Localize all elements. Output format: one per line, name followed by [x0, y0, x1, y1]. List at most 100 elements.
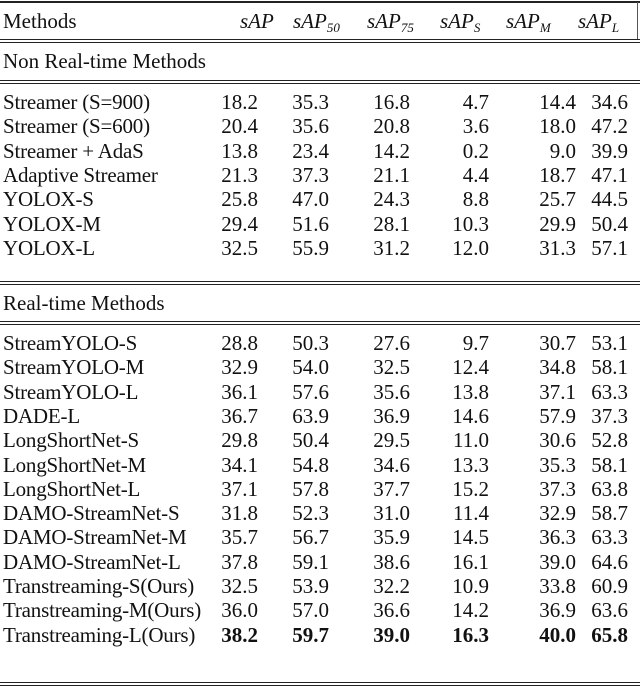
metric-cell: 34.6 — [373, 452, 410, 477]
method-name: StreamYOLO-M — [3, 355, 145, 380]
table-row: Streamer (S=900) 18.2 35.3 16.8 4.7 14.4 34.6 — [0, 90, 640, 114]
header-sap50: sAP50 — [293, 9, 340, 35]
metric-cell: 34.8 — [539, 355, 576, 380]
table-row: StreamYOLO-L 36.1 57.6 35.6 13.8 37.1 63.3 — [0, 380, 640, 404]
metric-cell: 37.3 — [539, 476, 576, 501]
header-sapm: sAPM — [506, 9, 551, 35]
table-header: Methods sAP sAP50 sAP75 sAPS sAPM sAPL — [0, 6, 640, 36]
method-name: StreamYOLO-L — [3, 379, 139, 404]
metric-cell: 60.9 — [591, 574, 628, 598]
method-name: YOLOX-S — [3, 187, 94, 212]
metric-cell: 36.6 — [373, 598, 410, 623]
metric-cell: 11.0 — [453, 428, 489, 453]
table-row: Streamer (S=600) 20.4 35.6 20.8 3.6 18.0 47.2 — [0, 114, 640, 138]
metric-cell: 50.3 — [292, 331, 329, 355]
method-name: Transtreaming-S(Ours) — [3, 574, 195, 598]
header-methods: Methods — [3, 9, 77, 33]
table-row: Adaptive Streamer 21.3 37.3 21.1 4.4 18.7 47.1 — [0, 163, 640, 187]
metric-cell: 58.1 — [591, 355, 628, 380]
bottom-rule — [0, 682, 640, 686]
metric-cell: 35.6 — [292, 114, 329, 139]
method-name: Transtreaming-M(Ours) — [3, 598, 201, 623]
metric-cell: 13.8 — [452, 379, 489, 404]
metric-cell: 63.3 — [591, 525, 628, 550]
metric-cell: 54.0 — [292, 355, 329, 380]
metric-cell: 29.4 — [221, 211, 258, 236]
metric-cell: 52.3 — [292, 501, 329, 526]
metric-cell: 15.2 — [452, 476, 489, 501]
section-rule-1 — [0, 80, 640, 84]
metric-cell: 36.7 — [221, 403, 258, 428]
metric-cell: 57.9 — [539, 403, 576, 428]
metric-cell: 25.7 — [539, 187, 576, 212]
table-row: Transtreaming-M(Ours) 36.0 57.0 36.6 14.2 36.… — [0, 598, 640, 622]
metric-cell: 57.1 — [591, 235, 628, 260]
method-name: DAMO-StreamNet-M — [3, 525, 187, 550]
metric-cell: 4.4 — [462, 162, 489, 187]
metric-cell: 25.8 — [221, 187, 258, 212]
metric-cell: 14.6 — [452, 403, 489, 428]
method-name: Streamer + AdaS — [3, 138, 144, 163]
metric-cell: 9.7 — [462, 331, 489, 355]
metric-cell: 36.0 — [221, 598, 258, 623]
table-row: LongShortNet-M 34.1 54.8 34.6 13.3 35.3 58.1 — [0, 453, 640, 477]
metric-cell: 58.7 — [591, 501, 628, 526]
metric-cell: 35.3 — [539, 452, 576, 477]
header-sapl: sAPL — [578, 9, 620, 35]
metric-cell: 34.1 — [221, 452, 258, 477]
metric-cell: 37.7 — [373, 476, 410, 501]
metric-cell: 12.4 — [452, 355, 489, 380]
metric-cell: 35.7 — [221, 525, 258, 550]
metric-cell: 52.8 — [591, 428, 628, 453]
table-row: LongShortNet-S 29.8 50.4 29.5 11.0 30.6 52.8 — [0, 428, 640, 452]
metric-cell: 35.6 — [373, 379, 410, 404]
table-row: StreamYOLO-S 28.8 50.3 27.6 9.7 30.7 53.1 — [0, 331, 640, 355]
metric-cell: 36.1 — [221, 379, 258, 404]
metric-cell: 18.2 — [221, 90, 258, 114]
metric-cell: 27.6 — [373, 331, 410, 355]
metric-cell: 12.0 — [452, 235, 489, 260]
metric-cell: 10.9 — [452, 574, 489, 598]
metric-cell: 63.3 — [591, 379, 628, 404]
metric-cell: 21.3 — [221, 162, 258, 187]
table-row: StreamYOLO-M 32.9 54.0 32.5 12.4 34.8 58.1 — [0, 355, 640, 379]
metric-cell: 39.9 — [591, 138, 628, 163]
metric-cell: 37.8 — [221, 549, 258, 574]
metric-cell: 44.5 — [591, 187, 628, 212]
metric-cell: 16.3 — [452, 622, 489, 647]
metric-cell: 35.3 — [292, 90, 329, 114]
metric-cell: 38.2 — [221, 622, 258, 647]
metric-cell: 31.0 — [373, 501, 410, 526]
metric-cell: 32.9 — [221, 355, 258, 380]
metric-cell: 21.1 — [373, 162, 410, 187]
table-row: DAMO-StreamNet-L 37.8 59.1 38.6 16.1 39.0 64.6 — [0, 550, 640, 574]
metric-cell: 63.6 — [591, 598, 628, 623]
metric-cell: 31.3 — [539, 235, 576, 260]
section-title-real-time: Real-time Methods — [3, 291, 165, 315]
method-name: LongShortNet-L — [3, 476, 141, 501]
metric-cell: 32.5 — [373, 355, 410, 380]
metric-cell: 32.5 — [221, 574, 258, 598]
metric-cell: 31.2 — [373, 235, 410, 260]
method-name: YOLOX-L — [3, 235, 95, 260]
metric-cell: 65.8 — [591, 622, 628, 647]
metric-cell: 39.0 — [539, 549, 576, 574]
header-saps: sAPS — [440, 9, 481, 35]
top-rule — [0, 1, 640, 3]
metric-cell: 10.3 — [452, 211, 489, 236]
table-row: LongShortNet-L 37.1 57.8 37.7 15.2 37.3 63.8 — [0, 477, 640, 501]
table-row: YOLOX-L 32.5 55.9 31.2 12.0 31.3 57.1 — [0, 236, 640, 260]
metric-cell: 32.5 — [221, 235, 258, 260]
method-name: LongShortNet-M — [3, 452, 147, 477]
method-name: Adaptive Streamer — [3, 162, 158, 187]
metric-cell: 50.4 — [591, 211, 628, 236]
metric-cell: 37.3 — [292, 162, 329, 187]
metric-cell: 32.9 — [539, 501, 576, 526]
metric-cell: 36.9 — [373, 403, 410, 428]
metric-cell: 55.9 — [292, 235, 329, 260]
metric-cell: 53.1 — [591, 331, 628, 355]
metric-cell: 37.1 — [221, 476, 258, 501]
table-row: DAMO-StreamNet-S 31.8 52.3 31.0 11.4 32.9 58.7 — [0, 501, 640, 525]
metric-cell: 47.2 — [591, 114, 628, 139]
metric-cell: 14.2 — [452, 598, 489, 623]
